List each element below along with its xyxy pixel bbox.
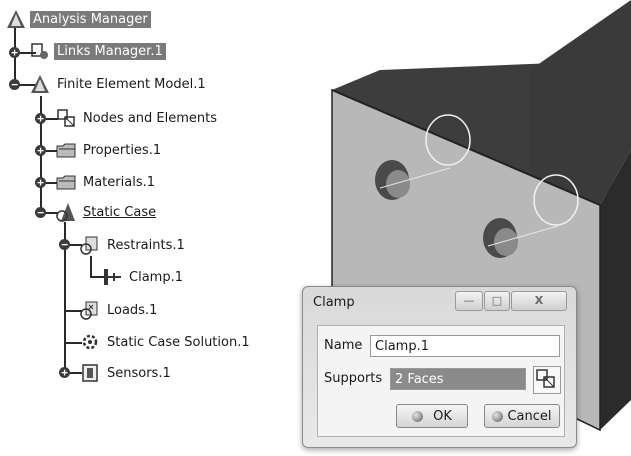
solution-icon: [82, 334, 98, 350]
name-label: Name: [324, 338, 363, 353]
tree-item-static-case[interactable]: Static Case: [56, 201, 159, 223]
restraints-icon: [80, 236, 98, 255]
tree-item-label: Static Case: [83, 204, 157, 220]
ok-button[interactable]: OK: [396, 404, 468, 428]
tree-item-loads[interactable]: Loads.1: [80, 299, 160, 321]
cancel-icon: [492, 410, 504, 422]
folder-icon: [56, 143, 76, 158]
tree-item-label: Finite Element Model.1: [57, 76, 206, 92]
expand-icon[interactable]: +: [35, 113, 46, 124]
tree-item-links-manager[interactable]: Links Manager.1: [30, 40, 166, 62]
collapse-icon[interactable]: −: [59, 239, 70, 250]
tree-item-restraints[interactable]: Restraints.1: [80, 234, 188, 256]
loads-icon: [80, 301, 98, 320]
face-selection-icon: [536, 369, 555, 388]
cancel-label: Cancel: [507, 408, 552, 424]
clamp-icon: [104, 269, 121, 285]
name-field[interactable]: Clamp.1: [370, 335, 560, 357]
dialog-panel: Name Clamp.1 Supports 2 Faces OK Cancel: [317, 325, 565, 437]
face-selection-button[interactable]: [533, 366, 561, 394]
analysis-manager-icon: [7, 10, 25, 28]
tree-item-nodes-and-elements[interactable]: Nodes and Elements: [56, 107, 220, 129]
sensors-icon: [82, 364, 98, 382]
tree-item-label: Materials.1: [83, 174, 155, 190]
ok-label: OK: [433, 408, 452, 424]
tree-item-static-case-solution[interactable]: Static Case Solution.1: [80, 331, 253, 353]
cancel-button[interactable]: Cancel: [484, 404, 560, 428]
ok-icon: [412, 410, 424, 422]
expand-icon[interactable]: +: [35, 145, 46, 156]
tree-item-materials[interactable]: Materials.1: [56, 171, 158, 193]
finite-element-model-icon: [31, 75, 49, 93]
tree-item-label: Restraints.1: [107, 237, 185, 253]
collapse-icon[interactable]: −: [9, 79, 20, 90]
tree-item-label: Clamp.1: [129, 269, 183, 285]
tree-item-label: Static Case Solution.1: [107, 334, 250, 350]
nodes-elements-icon: [57, 109, 75, 127]
dialog-title: Clamp: [313, 295, 355, 310]
tree-item-label: Links Manager.1: [54, 42, 166, 60]
maximize-button[interactable]: □: [484, 291, 510, 311]
clamp-dialog: Clamp — □ X Name Clamp.1 Supports 2 Face…: [302, 286, 577, 448]
specification-tree: + − + + + − − + Analysis Manager Links M…: [0, 0, 330, 452]
tree-item-analysis-manager[interactable]: Analysis Manager: [6, 8, 151, 30]
supports-field[interactable]: 2 Faces: [390, 368, 526, 390]
expand-icon[interactable]: +: [59, 367, 70, 378]
links-manager-icon: [31, 43, 48, 59]
tree-item-label: Analysis Manager: [30, 10, 151, 28]
minimize-button[interactable]: —: [455, 291, 483, 311]
close-button[interactable]: X: [511, 291, 567, 311]
expand-icon[interactable]: +: [9, 47, 20, 58]
supports-label: Supports: [324, 371, 383, 386]
tree-item-sensors[interactable]: Sensors.1: [80, 362, 174, 384]
tree-item-properties[interactable]: Properties.1: [56, 139, 164, 161]
static-case-icon: [56, 203, 75, 222]
tree-item-label: Loads.1: [107, 302, 158, 318]
expand-icon[interactable]: +: [35, 177, 46, 188]
tree-item-clamp[interactable]: Clamp.1: [102, 266, 186, 288]
collapse-icon[interactable]: −: [35, 207, 46, 218]
tree-item-label: Properties.1: [83, 142, 162, 158]
tree-item-label: Sensors.1: [107, 365, 171, 381]
tree-item-finite-element-model[interactable]: Finite Element Model.1: [30, 73, 209, 95]
folder-icon: [56, 175, 76, 190]
tree-item-label: Nodes and Elements: [83, 110, 218, 126]
